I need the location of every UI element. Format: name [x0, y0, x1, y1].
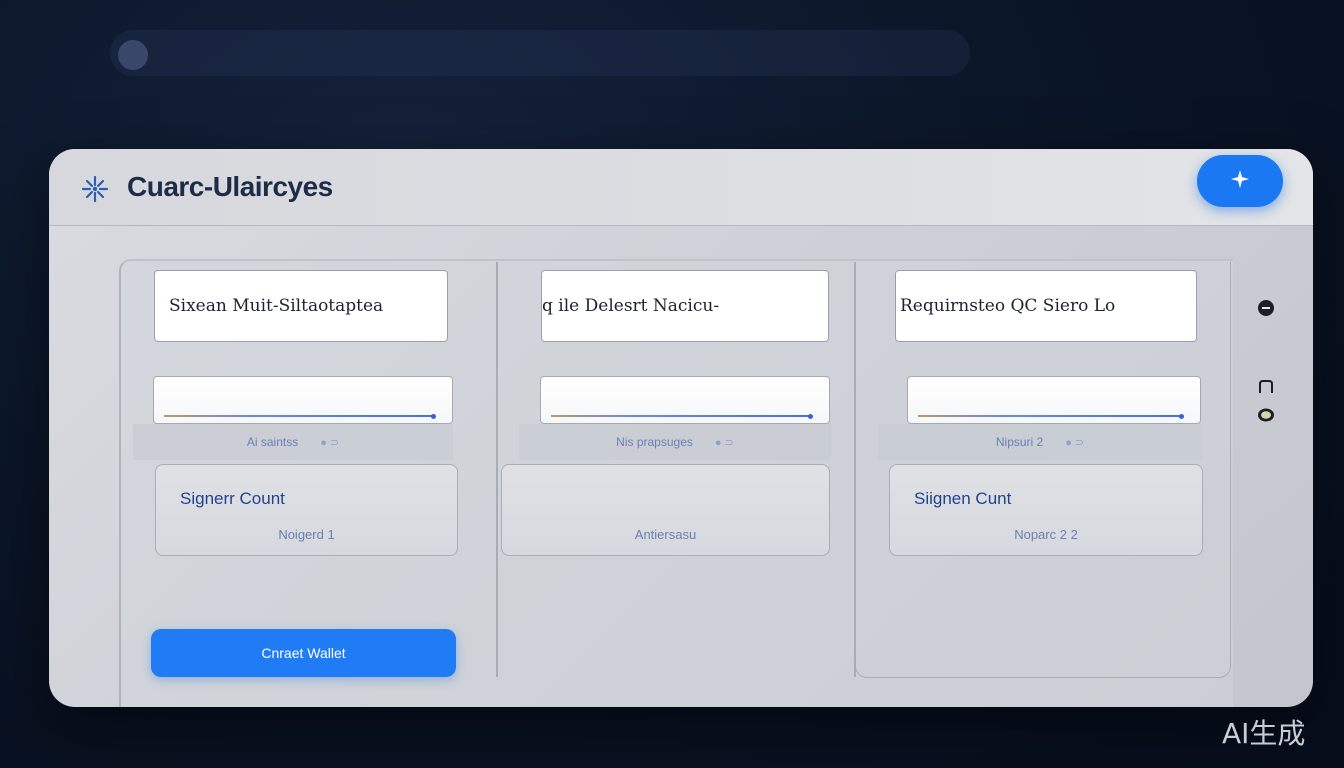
create-wallet-button[interactable]: Cnraet Wallet [151, 629, 456, 677]
hint-text: Nipsuri 2 [995, 435, 1044, 449]
toggle-icon[interactable]: ● ⊃ [715, 436, 734, 449]
input-progress-line [918, 415, 1182, 417]
signer-card-subtitle: Antiersasu [634, 527, 697, 542]
input-handle[interactable] [431, 414, 436, 419]
threshold-input[interactable] [907, 376, 1201, 424]
threshold-input[interactable] [540, 376, 830, 424]
shield-icon[interactable] [1257, 299, 1275, 322]
app-header: Cuarc-Ulaircyes [49, 149, 1313, 226]
column-title-field[interactable]: Requirnsteo QC Siero Lo [895, 270, 1197, 342]
input-handle[interactable] [1179, 414, 1184, 419]
signer-count-card[interactable]: Antiersasu [501, 464, 830, 556]
hint-row: Nipsuri 2 ● ⊃ [878, 424, 1202, 460]
quick-action-button[interactable] [1197, 155, 1283, 207]
signer-card-title: Signerr Count [180, 489, 285, 508]
hint-row: Ai saintss ● ⊃ [133, 424, 453, 460]
watermark: AI生成 [1222, 717, 1306, 750]
background-blur [110, 30, 970, 76]
coin-icon[interactable] [1257, 407, 1275, 428]
signer-card-subtitle: Noigerd 1 [278, 527, 335, 542]
sparkle-icon [77, 171, 113, 207]
signer-count-card[interactable]: Signerr Count Noigerd 1 [155, 464, 458, 556]
toggle-icon[interactable]: ● ⊃ [1065, 436, 1084, 449]
input-handle[interactable] [808, 414, 813, 419]
signer-card-title: Siignen Cunt [914, 489, 1012, 508]
app-title: Cuarc-Ulaircyes [127, 171, 333, 202]
app-window: Cuarc-Ulaircyes Sixean Muit-Siltaotaptea… [49, 149, 1313, 707]
toggle-icon[interactable]: ● ⊃ [320, 436, 339, 449]
input-progress-line [164, 415, 434, 417]
hint-text: Ai saintss [246, 435, 299, 449]
device-icon[interactable] [1257, 379, 1275, 400]
signer-card-subtitle: Noparc 2 2 [1014, 527, 1078, 542]
hint-text: Nis prapsuges [616, 435, 693, 449]
hint-row: Nis prapsuges ● ⊃ [519, 424, 831, 460]
input-progress-line [551, 415, 811, 417]
column-title-field[interactable]: Sixean Muit-Siltaotaptea [154, 270, 448, 342]
star-icon [1228, 167, 1252, 196]
signer-count-card[interactable]: Siignen Cunt Noparc 2 2 [889, 464, 1203, 556]
column-divider [496, 262, 498, 677]
column-title-field[interactable]: q ile Delesrt Nacicu- [541, 270, 829, 342]
threshold-input[interactable] [153, 376, 453, 424]
background-orb [118, 40, 148, 70]
